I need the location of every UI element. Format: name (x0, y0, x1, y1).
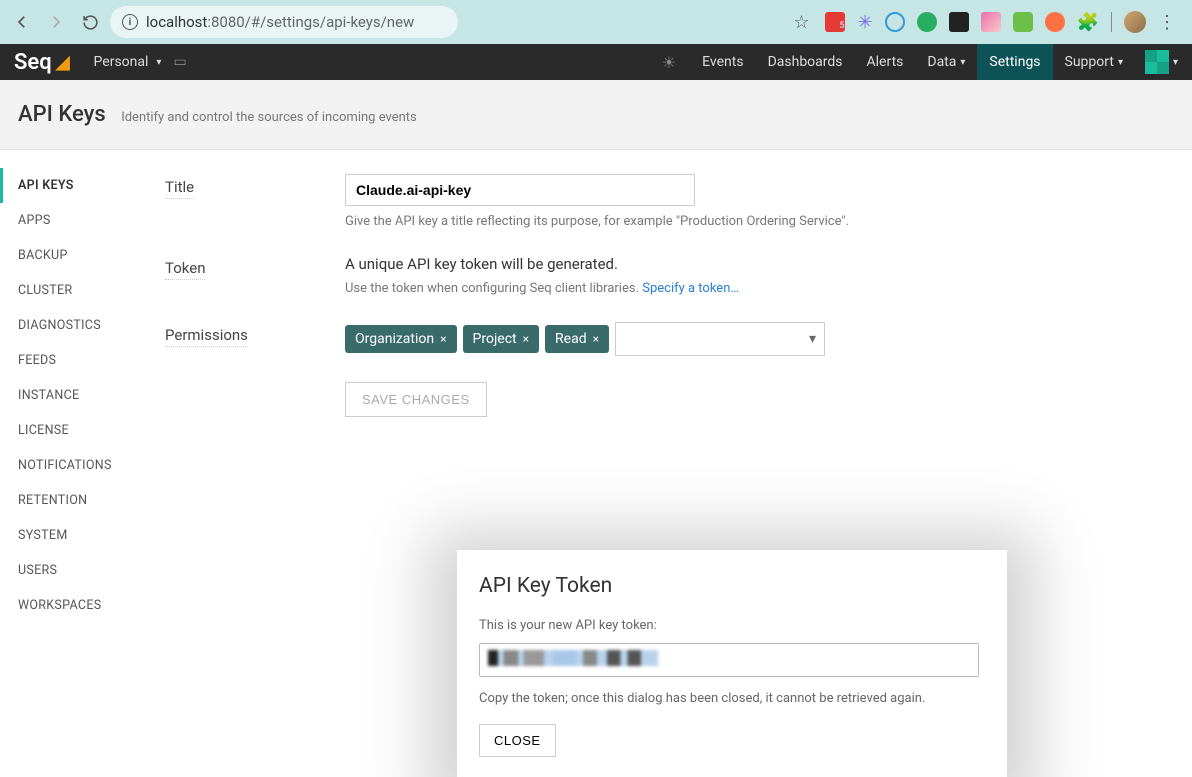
logo-text: Seq (14, 50, 52, 75)
user-avatar[interactable] (1145, 50, 1169, 74)
chevron-down-icon: ▾ (1118, 57, 1123, 68)
specify-token-link[interactable]: Specify a token… (642, 281, 739, 296)
top-nav: Events Dashboards Alerts Data▾ Settings … (690, 44, 1135, 80)
permission-tag-project: Project× (463, 325, 540, 353)
app-top-bar: Seq ◢ Personal ▾ ▭ ☀ Events Dashboards A… (0, 44, 1192, 80)
save-icon[interactable]: ▭ (173, 54, 186, 70)
extension-icon[interactable]: 5 (825, 12, 845, 32)
forward-button[interactable] (42, 8, 70, 36)
url-bar[interactable]: i localhost:8080/#/settings/api-keys/new (110, 6, 458, 38)
workspace-label: Personal (94, 54, 149, 70)
extension-icon[interactable] (949, 12, 969, 32)
profile-avatar[interactable] (1124, 11, 1146, 33)
url-text: localhost:8080/#/settings/api-keys/new (146, 13, 414, 31)
permissions-select[interactable]: ▾ (615, 322, 825, 356)
nav-dashboards[interactable]: Dashboards (756, 44, 855, 80)
api-key-token-dialog: API Key Token This is your new API key t… (457, 550, 1007, 777)
browser-menu-icon[interactable]: ⋮ (1158, 12, 1176, 33)
nav-alerts[interactable]: Alerts (855, 44, 916, 80)
title-help: Give the API key a title reflecting its … (345, 214, 849, 229)
sidebar-item-system[interactable]: SYSTEM (0, 518, 135, 553)
sidebar-item-workspaces[interactable]: WORKSPACES (0, 588, 135, 623)
extension-icon[interactable] (885, 12, 905, 32)
dialog-title: API Key Token (479, 574, 985, 598)
nav-events[interactable]: Events (690, 44, 755, 80)
token-label: Token (165, 255, 205, 280)
theme-toggle-icon[interactable]: ☀ (662, 53, 676, 72)
nav-data[interactable]: Data▾ (915, 44, 977, 80)
logo-accent-icon: ◢ (56, 52, 70, 73)
page-title: API Keys (18, 102, 106, 127)
page-subtitle: Identify and control the sources of inco… (121, 110, 417, 125)
remove-tag-icon[interactable]: × (523, 332, 529, 346)
extension-icon[interactable] (917, 12, 937, 32)
remove-tag-icon[interactable]: × (593, 332, 599, 346)
nav-support[interactable]: Support▾ (1053, 44, 1135, 80)
extensions-puzzle-icon[interactable]: 🧩 (1077, 12, 1099, 33)
sidebar-item-instance[interactable]: INSTANCE (0, 378, 135, 413)
sidebar-item-apps[interactable]: APPS (0, 203, 135, 238)
page-header: API Keys Identify and control the source… (0, 80, 1192, 150)
extension-icon[interactable] (1045, 12, 1065, 32)
bookmark-star-icon[interactable]: ☆ (793, 12, 809, 33)
dialog-intro: This is your new API key token: (479, 618, 985, 633)
remove-tag-icon[interactable]: × (440, 332, 446, 346)
title-label: Title (165, 174, 194, 199)
save-changes-button[interactable]: SAVE CHANGES (345, 382, 487, 417)
permissions-label: Permissions (165, 322, 248, 347)
close-button[interactable]: CLOSE (479, 724, 556, 757)
user-menu-chevron-icon[interactable]: ▾ (1173, 57, 1178, 68)
sidebar-item-retention[interactable]: RETENTION (0, 483, 135, 518)
settings-sidebar: API KEYS APPS BACKUP CLUSTER DIAGNOSTICS… (0, 150, 135, 623)
sidebar-item-api-keys[interactable]: API KEYS (0, 168, 135, 203)
sidebar-item-license[interactable]: LICENSE (0, 413, 135, 448)
nav-settings[interactable]: Settings (977, 44, 1052, 80)
workspace-selector[interactable]: Personal ▾ (94, 54, 162, 70)
token-display[interactable] (479, 643, 979, 677)
permission-tag-read: Read× (545, 325, 609, 353)
sidebar-item-diagnostics[interactable]: DIAGNOSTICS (0, 308, 135, 343)
sidebar-item-users[interactable]: USERS (0, 553, 135, 588)
site-info-icon[interactable]: i (122, 14, 138, 30)
sidebar-item-backup[interactable]: BACKUP (0, 238, 135, 273)
browser-chrome: i localhost:8080/#/settings/api-keys/new… (0, 0, 1192, 44)
token-help: Use the token when configuring Seq clien… (345, 281, 739, 296)
logo[interactable]: Seq ◢ (14, 50, 70, 75)
back-button[interactable] (8, 8, 36, 36)
sidebar-item-cluster[interactable]: CLUSTER (0, 273, 135, 308)
chevron-down-icon: ▾ (156, 57, 161, 68)
extension-icon[interactable] (1013, 12, 1033, 32)
divider (1111, 12, 1112, 32)
title-input[interactable] (345, 174, 695, 206)
permission-tag-organization: Organization× (345, 325, 457, 353)
form-area: Title Give the API key a title reflectin… (135, 150, 1192, 623)
dialog-warning: Copy the token; once this dialog has bee… (479, 691, 985, 706)
extension-icons: 5 ✳ 🧩 ⋮ (825, 11, 1176, 33)
chevron-down-icon: ▾ (809, 331, 816, 347)
sidebar-item-feeds[interactable]: FEEDS (0, 343, 135, 378)
chevron-down-icon: ▾ (960, 57, 965, 68)
token-value-redacted (488, 650, 658, 666)
reload-button[interactable] (76, 8, 104, 36)
extension-icon[interactable] (981, 12, 1001, 32)
sidebar-item-notifications[interactable]: NOTIFICATIONS (0, 448, 135, 483)
extension-icon[interactable]: ✳ (857, 12, 872, 33)
token-description: A unique API key token will be generated… (345, 255, 739, 273)
